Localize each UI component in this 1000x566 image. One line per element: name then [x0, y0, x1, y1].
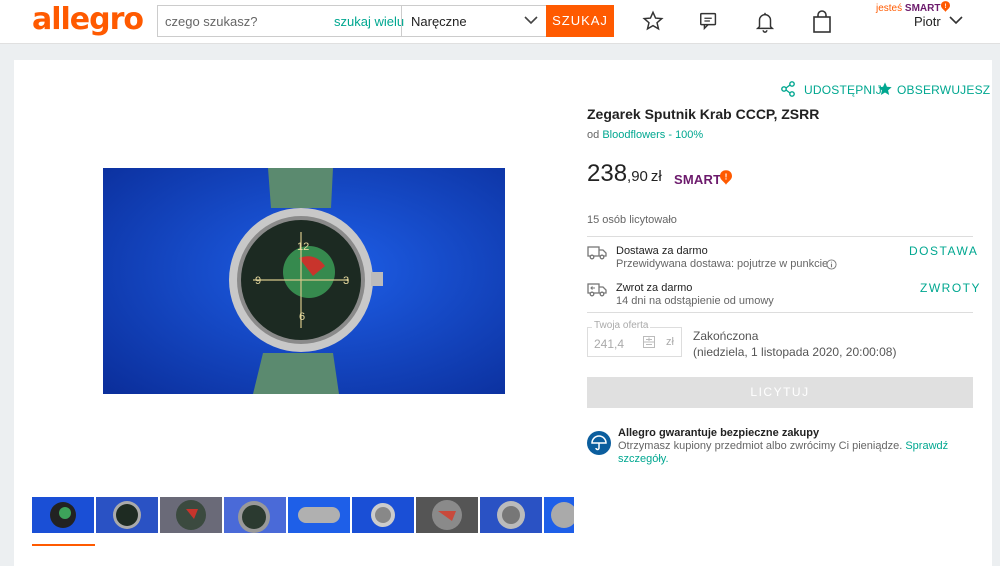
stepper-icon[interactable]: [643, 336, 655, 348]
truck-icon: [587, 246, 607, 260]
return-truck-icon: [587, 283, 607, 297]
svg-text:3: 3: [343, 275, 349, 287]
auction-status: Zakończona: [693, 329, 759, 343]
thumbnail-4[interactable]: [224, 497, 286, 533]
delivery-subtitle: Przewidywana dostawa: pojutrze w punkcie: [616, 258, 829, 270]
bell-icon[interactable]: [754, 10, 776, 34]
search-button[interactable]: SZUKAJ: [546, 5, 614, 37]
user-menu[interactable]: Piotr: [914, 14, 941, 29]
seller-link[interactable]: Bloodflowers - 100%: [602, 129, 703, 141]
thumbnail-2[interactable]: [96, 497, 158, 533]
guarantee-title: Allegro gwarantuje bezpieczne zakupy: [618, 427, 820, 439]
returns-title: Zwrot za darmo: [616, 282, 693, 294]
thumbnail-6[interactable]: [352, 497, 414, 533]
share-icon[interactable]: [780, 81, 796, 97]
divider: [587, 236, 973, 237]
search-divider: [401, 6, 402, 36]
smart-badge-icon: !: [720, 170, 732, 185]
svg-text:12: 12: [297, 241, 309, 253]
guarantee-text: Otrzymasz kupiony przedmiot albo zwrócim…: [618, 440, 968, 466]
returns-link[interactable]: ZWROTY: [920, 281, 981, 295]
offer-label: Twoja oferta: [592, 320, 651, 331]
allegro-logo[interactable]: allegro: [32, 2, 144, 37]
search-bar: szukaj wielu Naręczne SZUKAJ: [157, 5, 614, 37]
umbrella-shield-icon: [587, 431, 611, 455]
search-input[interactable]: [158, 6, 334, 36]
bid-button[interactable]: LICYTUJ: [587, 377, 973, 408]
delivery-title: Dostawa za darmo: [616, 245, 708, 257]
chat-icon[interactable]: [698, 10, 720, 32]
thumbnail-7[interactable]: [416, 497, 478, 533]
bidders-count: 15 osób licytowało: [587, 214, 677, 226]
share-link[interactable]: UDOSTĘPNIJ: [804, 83, 882, 97]
offer-currency: zł: [666, 336, 674, 348]
info-icon[interactable]: [826, 259, 837, 270]
product-title: Zegarek Sputnik Krab CCCP, ZSRR: [587, 106, 820, 122]
svg-text:9: 9: [255, 275, 261, 287]
thumbnail-5[interactable]: [288, 497, 350, 533]
thumbnail-8[interactable]: [480, 497, 542, 533]
smart-status-prefix: jesteś: [876, 3, 905, 14]
thumbnail-9[interactable]: [544, 497, 574, 533]
offer-value[interactable]: 241,4: [594, 337, 624, 351]
watching-link[interactable]: OBSERWUJESZ: [897, 83, 990, 97]
svg-text:!: !: [725, 171, 728, 181]
divider: [587, 312, 973, 313]
product-card: 12 3 6 9 UDOSTĘPNIJ OBSERWUJESZ Zegarek …: [14, 60, 992, 566]
smart-status: jesteś SMART!: [876, 1, 951, 14]
thumbnail-3[interactable]: [160, 497, 222, 533]
bag-icon[interactable]: [812, 10, 832, 34]
guarantee-description: Otrzymasz kupiony przedmiot albo zwrócim…: [618, 440, 903, 452]
price-decimal: ,90: [627, 168, 648, 185]
svg-text:!: !: [945, 3, 947, 10]
smart-badge-icon: !: [941, 1, 951, 12]
returns-subtitle: 14 dni na odstąpienie od umowy: [616, 295, 774, 307]
svg-text:6: 6: [299, 311, 305, 323]
product-main-image[interactable]: 12 3 6 9: [103, 168, 505, 394]
star-icon[interactable]: [642, 10, 664, 32]
seller-prefix: od: [587, 129, 600, 141]
top-header: allegro szukaj wielu Naręczne SZUKAJ jes…: [0, 0, 1000, 44]
search-many-link[interactable]: szukaj wielu: [334, 14, 404, 29]
thumbnail-active-indicator: [32, 544, 95, 546]
chevron-down-icon[interactable]: [524, 15, 538, 25]
thumbnail-1[interactable]: [32, 497, 94, 533]
chevron-down-icon[interactable]: [949, 15, 963, 25]
smart-status-word: SMART: [904, 3, 941, 14]
smart-logo: SMART: [674, 172, 722, 187]
seller-info: od Bloodflowers - 100%: [587, 129, 703, 141]
price-integer: 238: [587, 160, 628, 187]
category-select[interactable]: Naręczne: [411, 14, 467, 29]
price-currency: zł: [650, 168, 662, 185]
delivery-link[interactable]: DOSTAWA: [909, 244, 978, 258]
price: 238,90 zł: [587, 160, 662, 188]
star-filled-icon[interactable]: [877, 81, 893, 97]
auction-end-date: (niedziela, 1 listopada 2020, 20:00:08): [693, 345, 897, 359]
